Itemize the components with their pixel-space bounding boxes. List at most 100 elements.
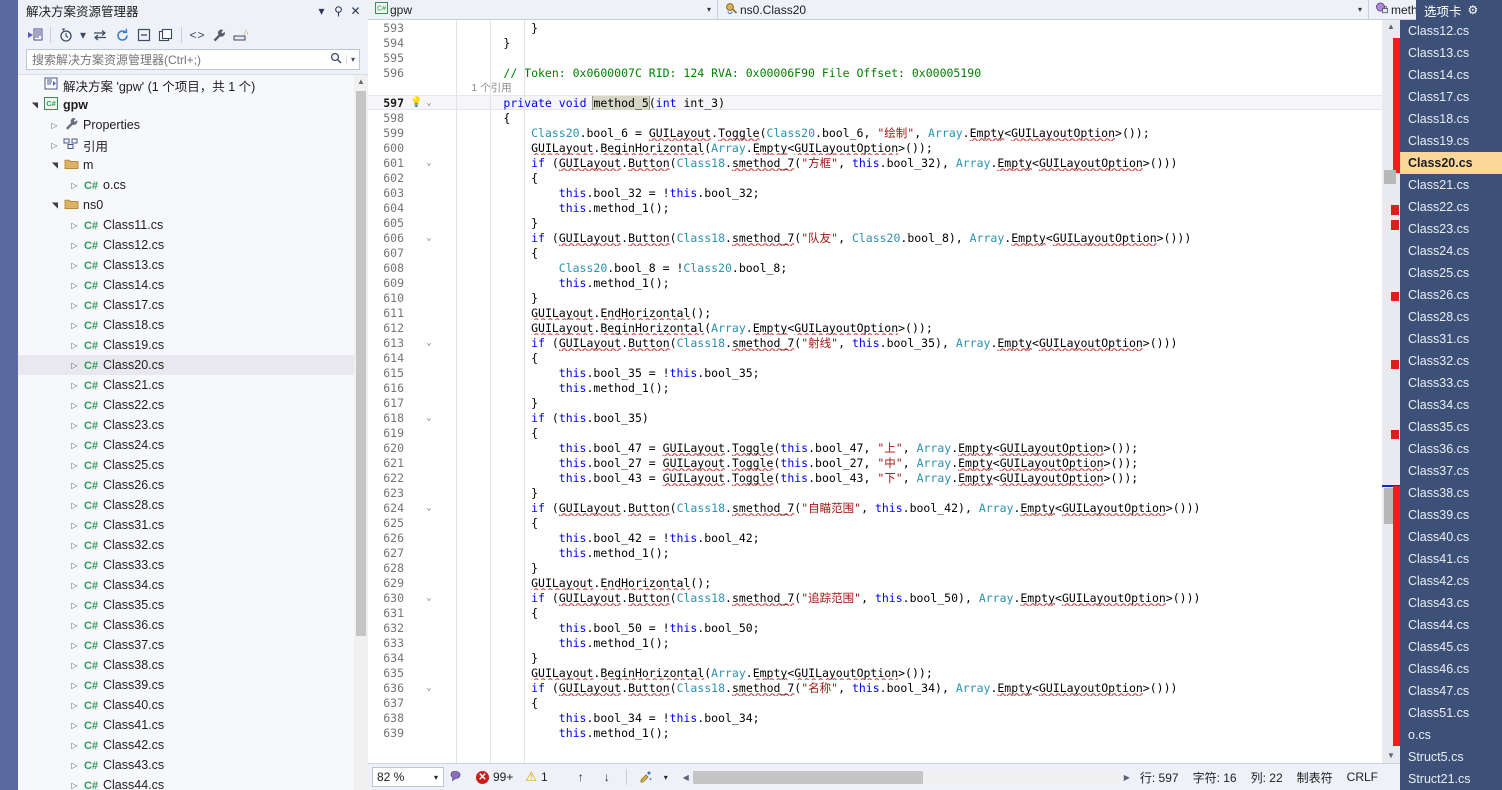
expand-arrow-icon[interactable]: ▷	[68, 321, 81, 330]
expand-arrow-icon[interactable]: ▷	[68, 221, 81, 230]
code-line-600[interactable]: 600 GUILayout.BeginHorizontal(Array.Empt…	[368, 140, 1382, 155]
gear-icon[interactable]: ⚙	[1468, 3, 1479, 17]
fold-toggle-icon[interactable]: ⌄	[422, 233, 436, 243]
code-line-598[interactable]: 598 {	[368, 110, 1382, 125]
hscroll-right-arrow-icon[interactable]: ▶	[1120, 773, 1134, 782]
tree-item-class21.cs[interactable]: ▷C#Class21.cs	[18, 375, 354, 395]
expand-arrow-icon[interactable]: ▷	[48, 121, 61, 130]
tree-item-class28.cs[interactable]: ▷C#Class28.cs	[18, 495, 354, 515]
code-line-623[interactable]: 623 }	[368, 485, 1382, 500]
expand-arrow-icon[interactable]: ▷	[68, 681, 81, 690]
document-tab-class38-cs[interactable]: Class38.cs	[1400, 482, 1502, 504]
code-line-601[interactable]: 601⌄ if (GUILayout.Button(Class18.smetho…	[368, 155, 1382, 170]
code-line-606[interactable]: 606⌄ if (GUILayout.Button(Class18.smetho…	[368, 230, 1382, 245]
code-line-631[interactable]: 631 {	[368, 605, 1382, 620]
expand-arrow-icon[interactable]: ▷	[68, 181, 81, 190]
code-line-603[interactable]: 603 this.bool_32 = !this.bool_32;	[368, 185, 1382, 200]
code-line-621[interactable]: 621 this.bool_27 = GUILayout.Toggle(this…	[368, 455, 1382, 470]
code-line-599[interactable]: 599 Class20.bool_6 = GUILayout.Toggle(Cl…	[368, 125, 1382, 140]
fold-toggle-icon[interactable]: ⌄	[422, 503, 436, 513]
code-line-628[interactable]: 628 }	[368, 560, 1382, 575]
solution-tree-vertical-scrollbar[interactable]: ▲	[354, 75, 368, 790]
hscroll-left-arrow-icon[interactable]: ◀	[679, 773, 693, 782]
tree-item-class31.cs[interactable]: ▷C#Class31.cs	[18, 515, 354, 535]
document-tab-class28-cs[interactable]: Class28.cs	[1400, 306, 1502, 328]
expand-arrow-icon[interactable]: ▷	[68, 481, 81, 490]
code-cleanup-icon[interactable]	[633, 769, 659, 786]
document-tab-class47-cs[interactable]: Class47.cs	[1400, 680, 1502, 702]
expand-arrow-icon[interactable]: ▷	[68, 461, 81, 470]
refresh-icon[interactable]	[111, 24, 133, 46]
fold-toggle-icon[interactable]: ⌄	[422, 98, 436, 108]
tree-item-class25.cs[interactable]: ▷C#Class25.cs	[18, 455, 354, 475]
tree-item-class17.cs[interactable]: ▷C#Class17.cs	[18, 295, 354, 315]
tree-item-m[interactable]: ◢m	[18, 155, 354, 175]
solution-explorer-search-box[interactable]: ▾	[26, 49, 360, 70]
document-tab-o-cs[interactable]: o.cs	[1400, 724, 1502, 746]
code-line-605[interactable]: 605 }	[368, 215, 1382, 230]
view-code-icon[interactable]: < >	[186, 24, 208, 46]
type-combo[interactable]: ns0.Class20 ▾	[718, 0, 1369, 19]
expand-arrow-icon[interactable]: ▷	[68, 741, 81, 750]
tree-item-class40.cs[interactable]: ▷C#Class40.cs	[18, 695, 354, 715]
tree-item-class44.cs[interactable]: ▷C#Class44.cs	[18, 775, 354, 790]
expand-arrow-icon[interactable]: ▷	[68, 561, 81, 570]
show-all-files-icon[interactable]	[155, 24, 177, 46]
code-line-624[interactable]: 624⌄ if (GUILayout.Button(Class18.smetho…	[368, 500, 1382, 515]
scrollbar-error-indicator-column[interactable]: ▲ ▼	[1382, 20, 1400, 763]
previous-error-icon[interactable]: ↑	[568, 770, 594, 784]
code-line-635[interactable]: 635 GUILayout.BeginHorizontal(Array.Empt…	[368, 665, 1382, 680]
document-tab-class41-cs[interactable]: Class41.cs	[1400, 548, 1502, 570]
codelens-reference-count[interactable]: 1 个引用	[440, 80, 1382, 95]
code-line-602[interactable]: 602 {	[368, 170, 1382, 185]
code-line-630[interactable]: 630⌄ if (GUILayout.Button(Class18.smetho…	[368, 590, 1382, 605]
tree-item-class34.cs[interactable]: ▷C#Class34.cs	[18, 575, 354, 595]
code-line-614[interactable]: 614 {	[368, 350, 1382, 365]
expand-arrow-icon[interactable]: ▷	[68, 301, 81, 310]
expand-arrow-icon[interactable]: ▷	[68, 781, 81, 790]
preview-selected-items-icon[interactable]	[230, 24, 252, 46]
error-count-group[interactable]: ✕ 99+	[476, 770, 513, 784]
fold-toggle-icon[interactable]: ⌄	[422, 593, 436, 603]
solution-tree[interactable]: 解决方案 'gpw' (1 个项目，共 1 个)◢C#gpw▷Propertie…	[18, 75, 354, 790]
expand-arrow-icon[interactable]: ▷	[68, 421, 81, 430]
document-tab-struct21-cs[interactable]: Struct21.cs	[1400, 768, 1502, 790]
zoom-level-combo[interactable]: 82 % ▾	[372, 767, 444, 787]
fold-toggle-icon[interactable]: ⌄	[422, 413, 436, 423]
document-tab-class37-cs[interactable]: Class37.cs	[1400, 460, 1502, 482]
tree-item-[interactable]: ▷引用	[18, 135, 354, 155]
expand-arrow-icon[interactable]: ▷	[68, 281, 81, 290]
code-line-639[interactable]: 639 this.method_1();	[368, 725, 1382, 740]
horizontal-scrollbar[interactable]: ◀ ▶	[679, 770, 1134, 785]
tree-item-ns0[interactable]: ◢ns0	[18, 195, 354, 215]
tree-item-class33.cs[interactable]: ▷C#Class33.cs	[18, 555, 354, 575]
properties-wrench-icon[interactable]	[208, 24, 230, 46]
code-line-610[interactable]: 610 }	[368, 290, 1382, 305]
code-line-593[interactable]: 593 }	[368, 20, 1382, 35]
tree-item-class43.cs[interactable]: ▷C#Class43.cs	[18, 755, 354, 775]
code-line-616[interactable]: 616 this.method_1();	[368, 380, 1382, 395]
code-line-632[interactable]: 632 this.bool_50 = !this.bool_50;	[368, 620, 1382, 635]
collapse-arrow-icon[interactable]: ◢	[50, 199, 59, 212]
hscroll-track[interactable]	[693, 771, 1120, 784]
type-combo-chevron-down-icon[interactable]: ▾	[1352, 5, 1368, 14]
document-tab-class39-cs[interactable]: Class39.cs	[1400, 504, 1502, 526]
document-tab-class44-cs[interactable]: Class44.cs	[1400, 614, 1502, 636]
code-line-597[interactable]: 597💡⌄ private void method_5(int int_3)	[368, 95, 1382, 110]
tree-item-class26.cs[interactable]: ▷C#Class26.cs	[18, 475, 354, 495]
document-tab-class13-cs[interactable]: Class13.cs	[1400, 42, 1502, 64]
code-line-609[interactable]: 609 this.method_1();	[368, 275, 1382, 290]
code-line-629[interactable]: 629 GUILayout.EndHorizontal();	[368, 575, 1382, 590]
document-tab-class20-cs[interactable]: Class20.cs	[1400, 152, 1502, 174]
expand-arrow-icon[interactable]: ▷	[68, 501, 81, 510]
document-tab-class22-cs[interactable]: Class22.cs	[1400, 196, 1502, 218]
tree-item-gpw[interactable]: ◢C#gpw	[18, 95, 354, 115]
scroll-up-arrow-icon[interactable]: ▲	[1382, 20, 1400, 34]
intellisense-status-icon[interactable]	[444, 769, 470, 786]
code-line-596[interactable]: 596 // Token: 0x0600007C RID: 124 RVA: 0…	[368, 65, 1382, 80]
tree-item-class19.cs[interactable]: ▷C#Class19.cs	[18, 335, 354, 355]
zoom-chevron-down-icon[interactable]: ▾	[429, 773, 443, 782]
tree-item-class39.cs[interactable]: ▷C#Class39.cs	[18, 675, 354, 695]
expand-arrow-icon[interactable]: ▷	[68, 761, 81, 770]
document-tab-class36-cs[interactable]: Class36.cs	[1400, 438, 1502, 460]
